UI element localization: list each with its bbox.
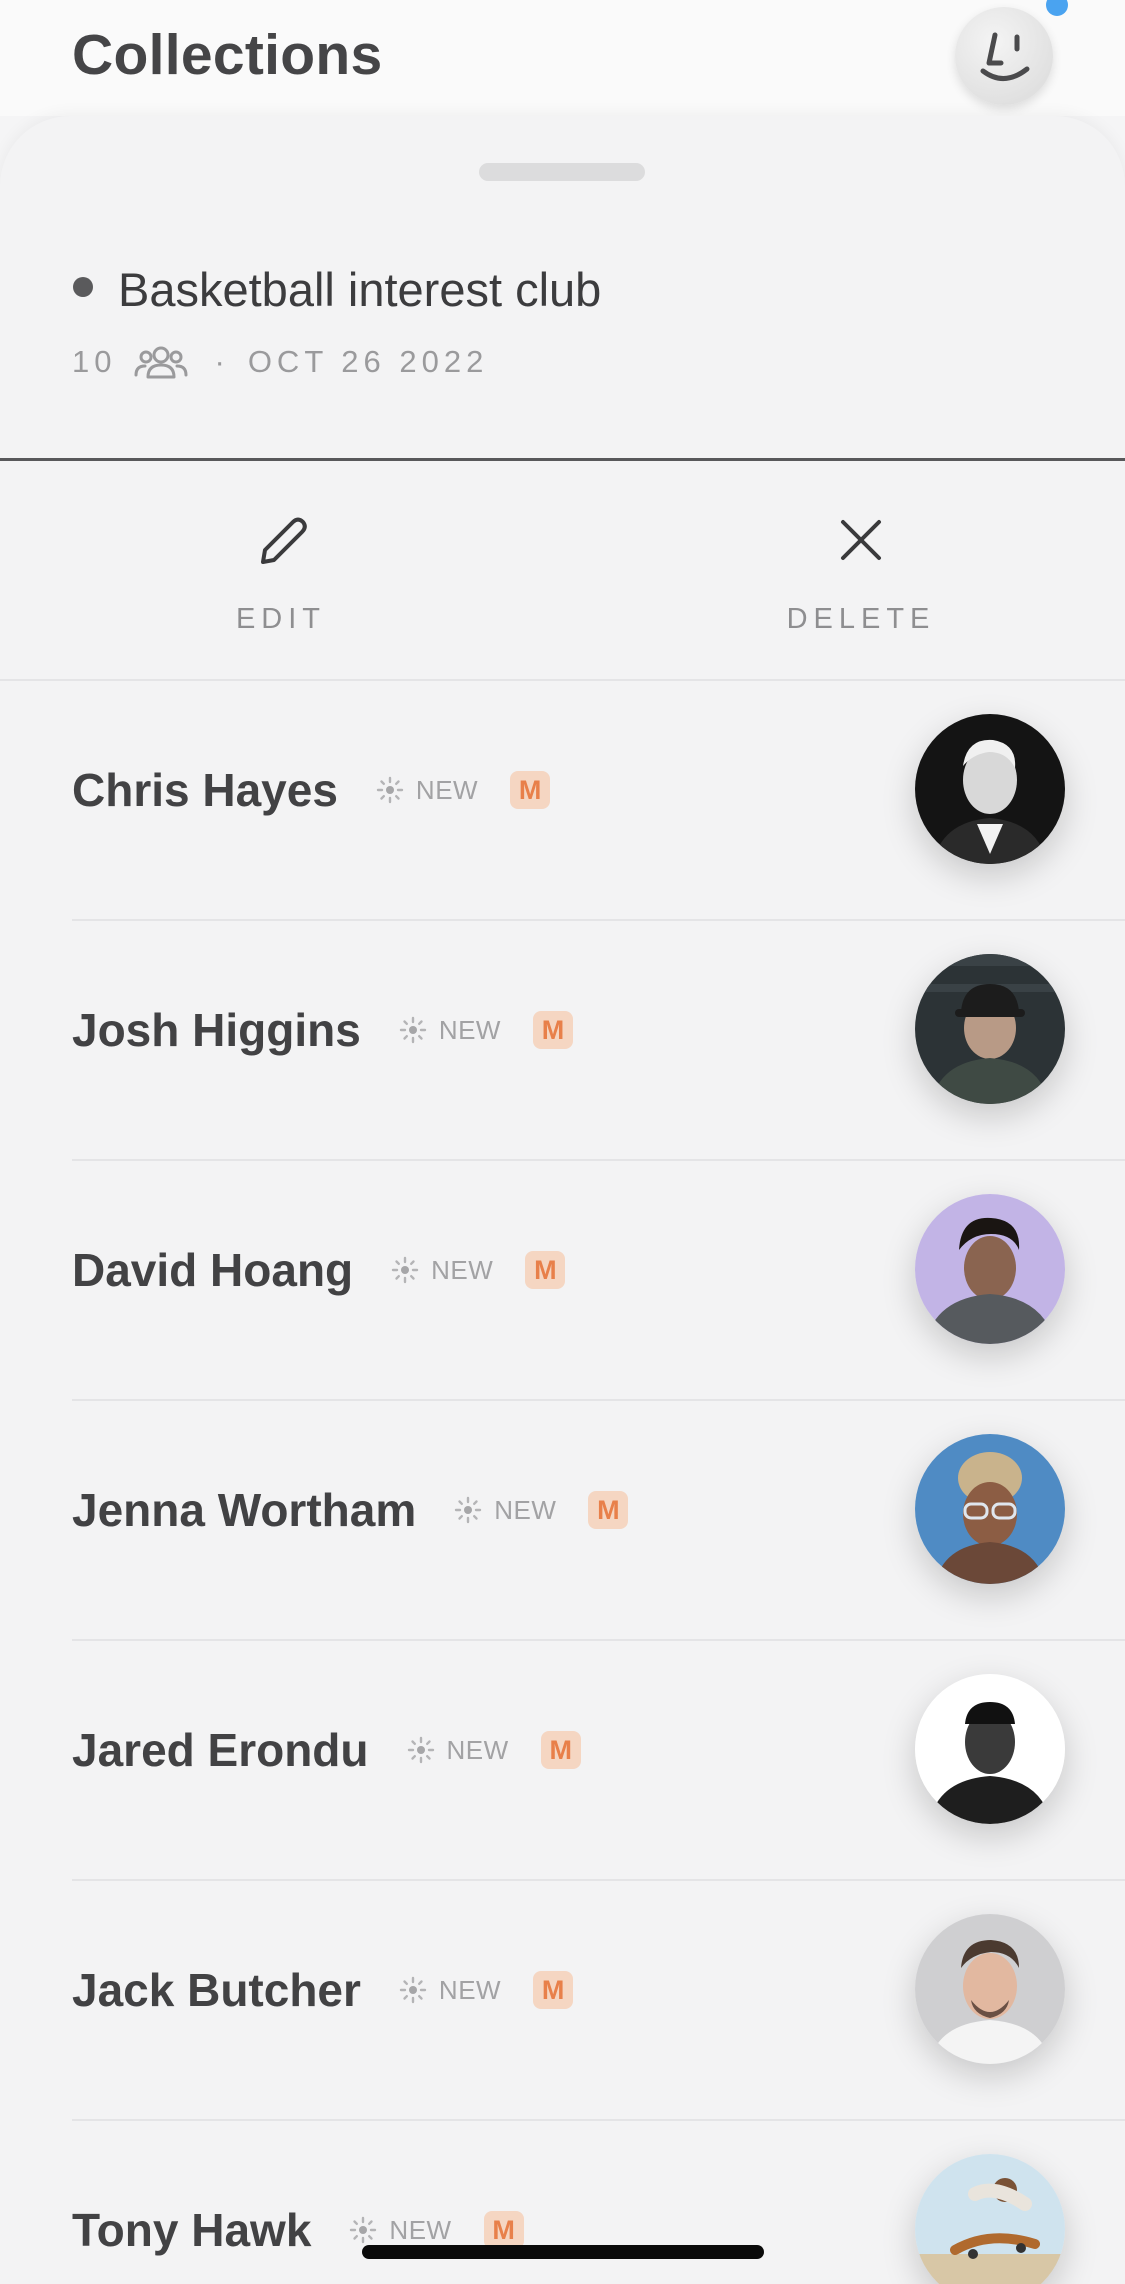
delete-button[interactable]: DELETE	[731, 461, 991, 679]
person-name: Josh Higgins	[72, 1004, 361, 1056]
m-badge: M	[533, 1971, 574, 2009]
list-item[interactable]: Jack Butcher NEW M	[0, 1881, 1125, 2121]
meta-separator: ·	[214, 344, 230, 379]
list-item[interactable]: Josh Higgins NEW M	[0, 921, 1125, 1161]
collection-name: Basketball interest club	[118, 263, 602, 316]
edit-button[interactable]: EDIT	[151, 461, 411, 679]
pencil-icon	[253, 505, 309, 575]
new-status-label: NEW	[415, 774, 479, 805]
sparkle-icon	[399, 1976, 427, 2004]
sparkle-icon	[391, 1256, 419, 1284]
sparkle-icon	[407, 1736, 434, 1764]
person-avatar[interactable]	[915, 714, 1065, 864]
m-badge: M	[483, 2211, 524, 2249]
new-tag: NEW	[399, 1015, 501, 1046]
person-avatar[interactable]	[915, 1914, 1065, 2064]
people-list: Chris Hayes NEW M Josh Higgins NEW M Dav…	[0, 681, 1125, 2284]
new-tag: NEW	[376, 775, 478, 806]
person-name: Jared Erondu	[72, 1724, 369, 1776]
person-avatar[interactable]	[915, 1434, 1065, 1584]
action-bar: EDIT DELETE	[0, 461, 1125, 679]
sparkle-icon	[455, 1496, 482, 1524]
m-badge: M	[540, 1731, 581, 1769]
person-name: Jack Butcher	[72, 1964, 361, 2016]
delete-label: DELETE	[786, 603, 936, 635]
collection-bullet	[73, 277, 93, 297]
sparkle-icon	[399, 1016, 427, 1044]
new-status-label: NEW	[438, 1974, 502, 2005]
list-item[interactable]: Jared Erondu NEW M	[0, 1641, 1125, 1881]
m-badge: M	[588, 1491, 629, 1529]
collection-meta: 10 · OCT 26 2022	[72, 342, 488, 382]
list-item[interactable]: Chris Hayes NEW M	[0, 681, 1125, 921]
person-avatar[interactable]	[915, 954, 1065, 1104]
profile-avatar-button[interactable]	[955, 7, 1053, 105]
new-tag: NEW	[391, 1255, 493, 1286]
new-status-label: NEW	[431, 1254, 494, 1285]
list-item[interactable]: Jenna Wortham NEW M	[0, 1401, 1125, 1641]
page-title: Collections	[72, 23, 383, 87]
new-status-label: NEW	[494, 1494, 557, 1525]
person-avatar[interactable]	[915, 1674, 1065, 1824]
sparkle-icon	[350, 2216, 377, 2244]
sheet-grabber[interactable]	[479, 163, 645, 181]
new-tag: NEW	[349, 2215, 451, 2246]
list-item[interactable]: David Hoang NEW M	[0, 1161, 1125, 1401]
sparkle-icon	[376, 776, 404, 804]
person-avatar[interactable]	[915, 2154, 1065, 2284]
new-status-label: NEW	[389, 2214, 452, 2245]
close-x-icon	[839, 505, 883, 575]
new-tag: NEW	[399, 1975, 501, 2006]
home-indicator	[362, 2245, 764, 2259]
member-count: 10	[72, 344, 117, 379]
new-tag: NEW	[454, 1495, 556, 1526]
person-avatar[interactable]	[915, 1194, 1065, 1344]
collection-date: OCT 26 2022	[247, 344, 489, 379]
person-name: Chris Hayes	[72, 764, 338, 816]
m-badge: M	[525, 1251, 566, 1289]
m-badge: M	[510, 771, 551, 809]
new-status-label: NEW	[446, 1734, 509, 1765]
new-tag: NEW	[407, 1735, 509, 1766]
top-bar: Collections	[0, 0, 1125, 116]
new-status-label: NEW	[438, 1014, 501, 1045]
list-item[interactable]: Tony Hawk NEW M	[0, 2121, 1125, 2284]
m-badge: M	[532, 1011, 573, 1049]
person-name: Tony Hawk	[72, 2204, 312, 2256]
people-group-icon	[134, 344, 188, 380]
notification-dot	[1046, 0, 1068, 16]
smile-face-icon	[980, 32, 1030, 81]
edit-label: EDIT	[235, 603, 327, 635]
person-name: Jenna Wortham	[72, 1484, 417, 1536]
person-name: David Hoang	[72, 1244, 354, 1296]
